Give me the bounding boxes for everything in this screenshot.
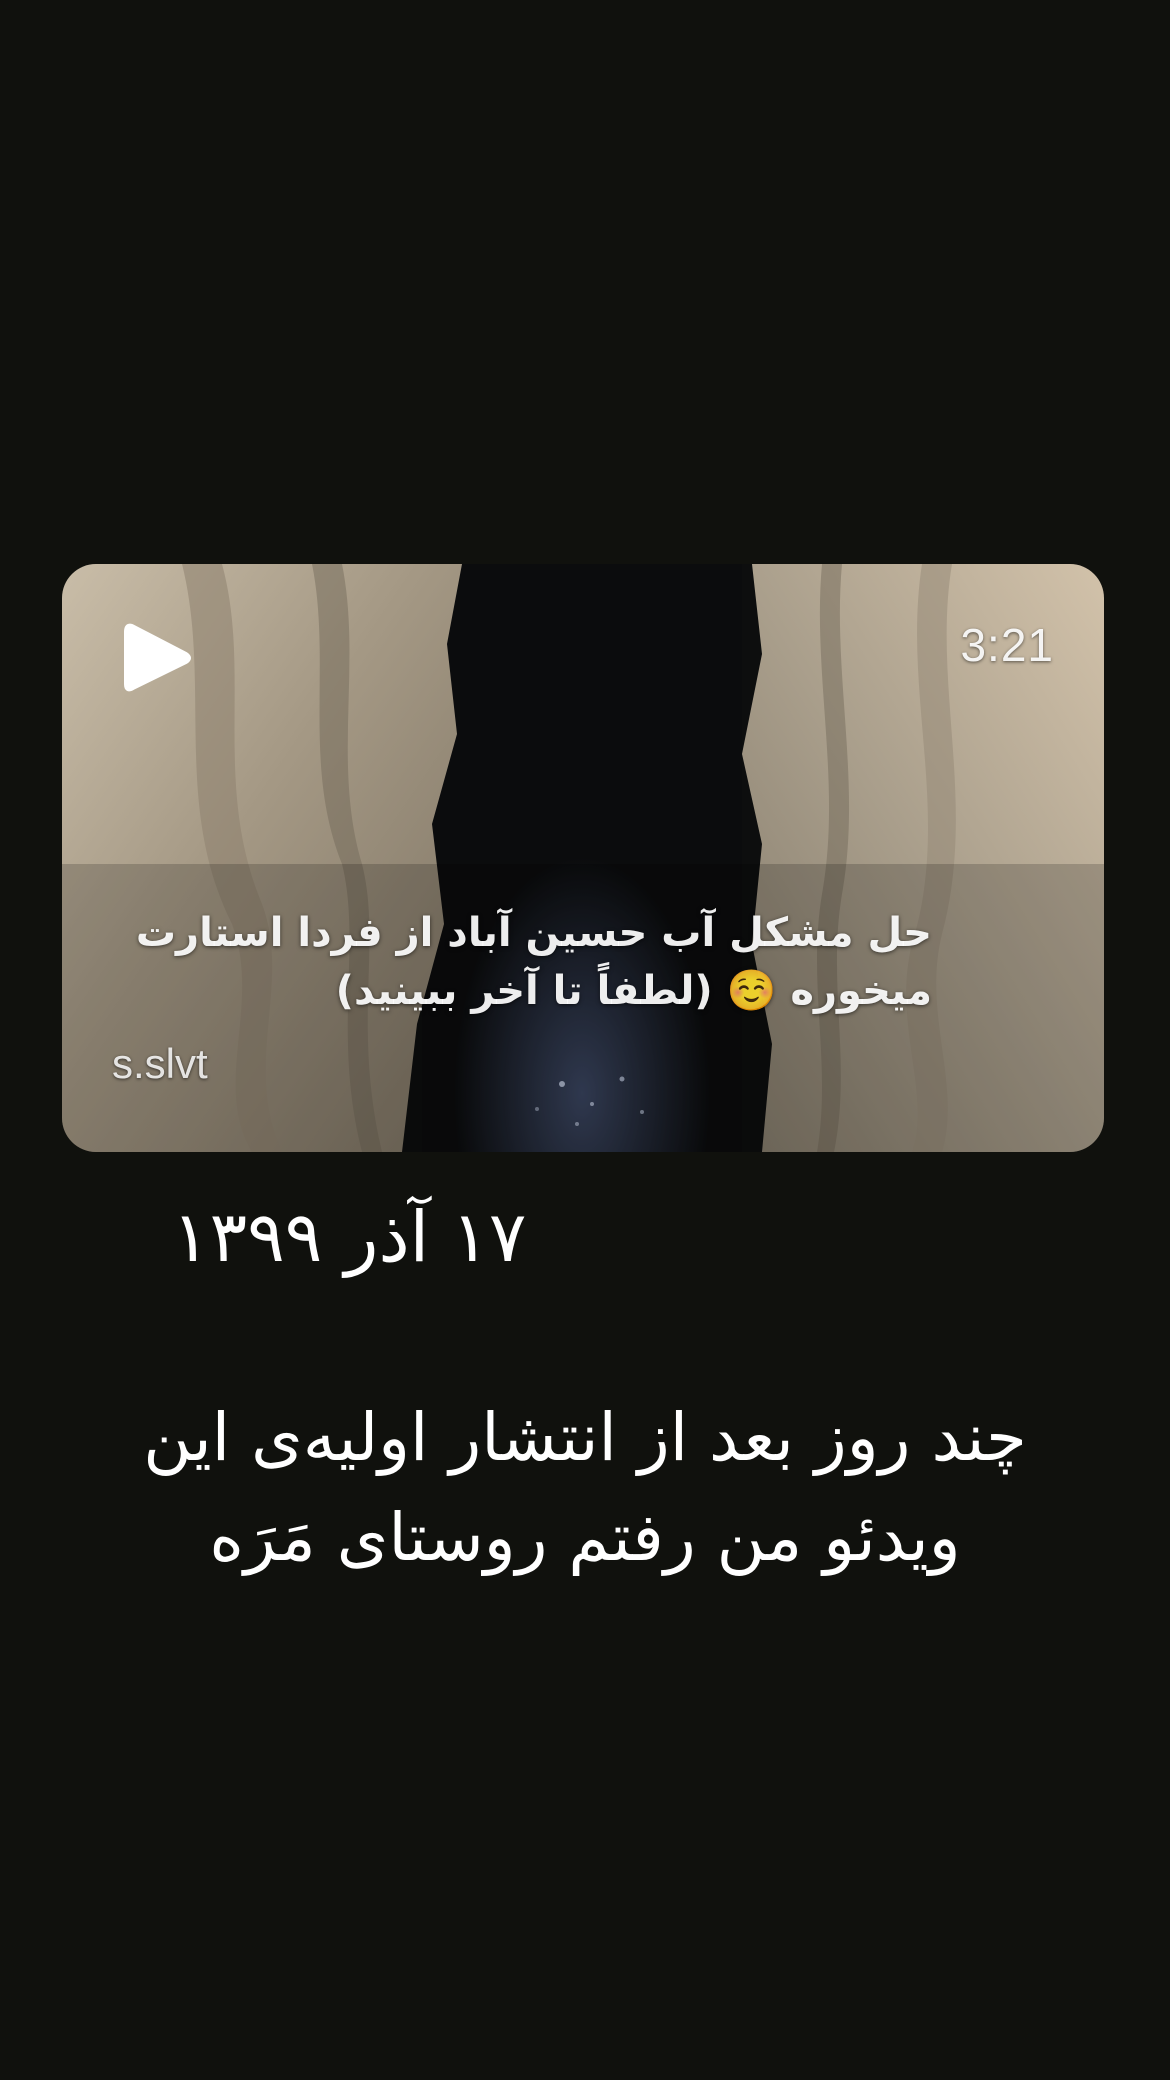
video-caption: حل مشکل آب حسین آباد از فردا استارت میخو…: [135, 910, 932, 1014]
play-icon[interactable]: [122, 620, 192, 696]
story-page: 3:21 حل مشکل آب حسین آباد از فردا استارت…: [0, 0, 1170, 2080]
post-date: ۱۷ آذر ۱۳۹۹: [172, 1196, 527, 1278]
channel-name: s.slvt: [112, 1040, 208, 1087]
video-thumbnail-image: [62, 564, 1104, 1152]
video-duration: 3:21: [960, 619, 1054, 671]
video-thumbnail[interactable]: 3:21 حل مشکل آب حسین آباد از فردا استارت…: [62, 564, 1104, 1152]
post-text: چند روز بعد از انتشار اولیه‌ی این ویدئو …: [143, 1399, 1027, 1576]
